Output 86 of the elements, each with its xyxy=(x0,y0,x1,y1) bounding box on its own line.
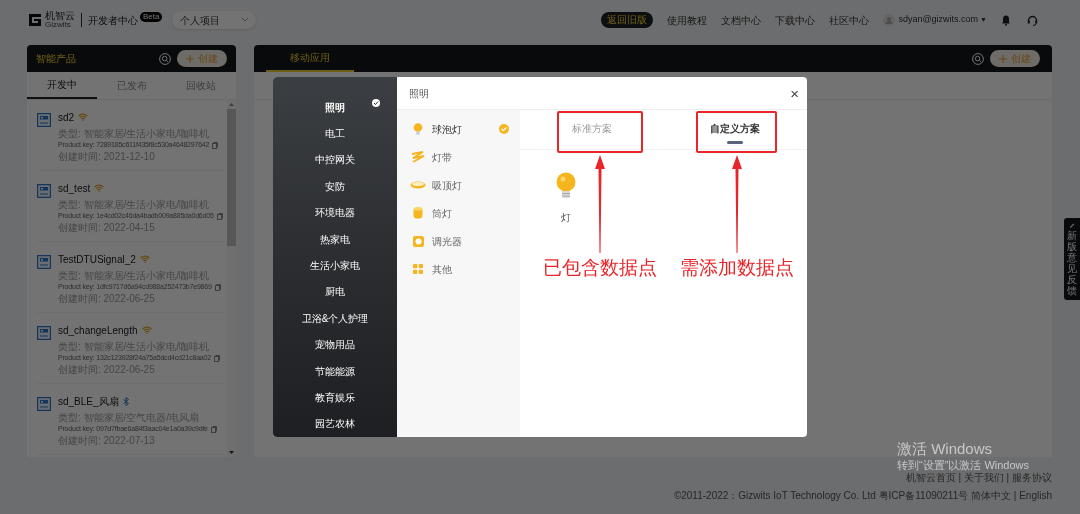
user-email[interactable]: sdyan@gizwits.com xyxy=(898,13,979,27)
nav-link[interactable]: 社区中心 xyxy=(829,12,870,28)
square-icon xyxy=(412,235,424,247)
product-icon xyxy=(37,326,51,340)
cylinder-icon xyxy=(413,207,423,219)
logo-icon xyxy=(28,13,42,27)
check-icon xyxy=(499,124,509,134)
scheme-tab[interactable]: 自定义方案 xyxy=(710,121,761,136)
pencil-icon xyxy=(1069,222,1075,228)
subcategory-item[interactable]: 灯带 xyxy=(397,143,520,171)
activation-subtitle: 转到“设置”以激活 Windows xyxy=(897,458,1029,472)
product-name[interactable]: sd_changeLength xyxy=(58,322,138,338)
panel-tab[interactable]: 开发中 xyxy=(27,72,97,99)
wifi-icon xyxy=(78,113,89,121)
template-card[interactable]: 灯 xyxy=(556,172,576,225)
plus-icon xyxy=(999,54,1007,63)
arrow-icon xyxy=(595,155,605,253)
plus-icon xyxy=(186,54,194,63)
search-icon[interactable] xyxy=(159,52,171,65)
logo-text: 机智云 xyxy=(45,11,75,21)
category-item[interactable]: 厨电 xyxy=(273,278,397,306)
scroll-down-icon[interactable] xyxy=(228,451,234,454)
category-item[interactable]: 卫浴&个人护理 xyxy=(273,305,397,332)
grid-icon xyxy=(413,264,423,274)
subcategory-item[interactable]: 吸顶灯 xyxy=(397,171,520,199)
annotation-text: 需添加数据点 xyxy=(679,258,794,277)
nav-link[interactable]: 使用教程 xyxy=(667,12,708,28)
headset-icon[interactable] xyxy=(1027,14,1038,26)
subcategory-item[interactable]: 调光器 xyxy=(397,227,520,255)
category-item[interactable]: 节能能源 xyxy=(273,357,397,385)
copy-icon[interactable] xyxy=(214,284,221,291)
tab-indicator xyxy=(727,141,744,144)
bulb-icon xyxy=(413,123,423,135)
dialog-title: 照明 xyxy=(409,86,429,101)
close-button[interactable]: × xyxy=(790,85,799,101)
category-item[interactable]: 环境电器 xyxy=(273,199,397,226)
avatar-icon xyxy=(883,14,896,26)
wifi-icon xyxy=(94,184,105,192)
category-item[interactable]: 宠物用品 xyxy=(273,331,397,358)
search-icon[interactable] xyxy=(972,52,984,65)
logo-subtext: Gizwits xyxy=(45,21,72,29)
project-select[interactable]: 个人项目 xyxy=(172,11,257,29)
bell-icon[interactable] xyxy=(1001,14,1011,26)
disc-icon xyxy=(410,181,426,189)
wifi-icon xyxy=(139,255,150,263)
category-item[interactable]: 热家电 xyxy=(273,225,397,253)
category-item[interactable]: 照明 xyxy=(273,94,397,121)
activation-title: 激活 Windows xyxy=(897,440,994,458)
nav-link[interactable]: 下载中心 xyxy=(775,12,816,28)
category-item[interactable]: 园艺农林 xyxy=(273,410,397,437)
bulb-icon xyxy=(556,172,576,200)
product-name[interactable]: TestDTUSignal_2 xyxy=(58,251,136,267)
old-version-button[interactable]: 返回旧版 xyxy=(601,12,654,28)
scroll-up-icon[interactable] xyxy=(228,103,234,106)
product-icon xyxy=(37,113,51,127)
category-item[interactable]: 生活小家电 xyxy=(273,252,397,279)
subcategory-item[interactable]: 其他 xyxy=(397,255,520,283)
check-icon xyxy=(372,99,380,107)
product-icon xyxy=(37,184,51,198)
bluetooth-icon xyxy=(122,396,129,406)
beta-badge: Beta xyxy=(140,12,163,22)
feedback-tab[interactable]: 新版意见反馈 xyxy=(1064,218,1080,300)
panel-title: 智能产品 xyxy=(36,52,76,66)
nav-link[interactable]: 文档中心 xyxy=(721,12,762,28)
product-name[interactable]: sd_BLE_风扇 xyxy=(58,393,119,409)
category-item[interactable]: 电工 xyxy=(273,120,397,147)
arrow-icon xyxy=(731,155,742,253)
copy-icon[interactable] xyxy=(213,355,220,362)
footer-links: 机智云首页 | 关于我们 | 服务协议 xyxy=(905,472,1052,484)
annotation-text: 已包含数据点 xyxy=(543,258,657,277)
copy-icon[interactable] xyxy=(212,142,219,149)
product-icon xyxy=(37,255,51,269)
copy-icon[interactable] xyxy=(210,426,217,433)
category-item[interactable]: 安防 xyxy=(273,173,397,200)
chevron-icon xyxy=(242,18,249,22)
subcategory-item[interactable]: 筒灯 xyxy=(397,199,520,227)
product-name[interactable]: sd_test xyxy=(58,180,91,196)
category-item[interactable]: 教育娱乐 xyxy=(273,384,397,411)
product-name[interactable]: sd2 xyxy=(58,109,75,125)
wifi-icon xyxy=(141,326,152,334)
scheme-tab[interactable]: 标准方案 xyxy=(571,121,612,136)
product-icon xyxy=(37,397,51,411)
category-item[interactable]: 中控网关 xyxy=(273,146,397,174)
copy-icon[interactable] xyxy=(216,213,223,220)
app-title: 开发者中心 xyxy=(88,13,138,28)
zigzag-icon xyxy=(411,151,425,163)
